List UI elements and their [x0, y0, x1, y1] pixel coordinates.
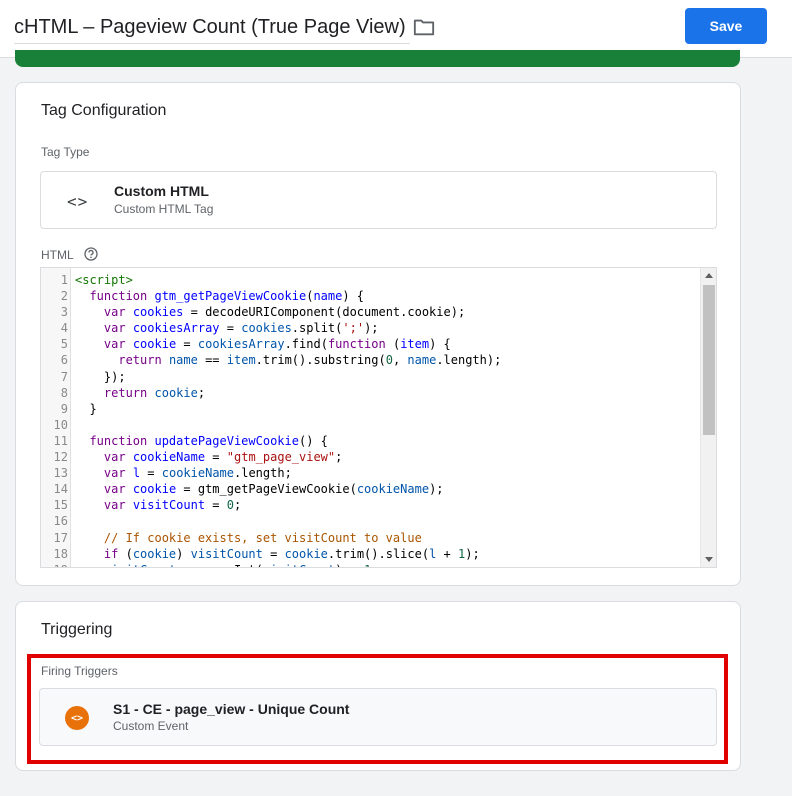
- help-circle-icon[interactable]: [84, 247, 98, 261]
- code-line[interactable]: 2 function gtm_getPageViewCookie(name) {: [41, 288, 701, 304]
- tag-configuration-card[interactable]: Tag Configuration Tag Type <> Custom HTM…: [15, 82, 741, 586]
- line-number: 19: [41, 562, 68, 567]
- code-line[interactable]: 6 return name == item.trim().substring(0…: [41, 352, 701, 368]
- tag-type-selector[interactable]: <> Custom HTML Custom HTML Tag: [40, 171, 717, 229]
- tag-configuration-title: Tag Configuration: [41, 102, 167, 119]
- line-number: 18: [53, 546, 68, 561]
- line-number: 15: [53, 498, 68, 513]
- code-line[interactable]: 1 <script>: [41, 272, 701, 288]
- code-text: function updatePageViewCookie() {: [89, 433, 328, 448]
- code-line[interactable]: 5 var cookie = cookiesArray.find(functio…: [41, 336, 701, 352]
- code-text: function gtm_getPageViewCookie(name) {: [89, 289, 365, 304]
- line-number: 7: [60, 369, 68, 384]
- code-text: return name == item.trim().substring(0, …: [118, 353, 502, 368]
- status-bar: [15, 50, 740, 67]
- scroll-down-icon[interactable]: [705, 557, 713, 562]
- code-text: return cookie;: [103, 385, 206, 400]
- code-line[interactable]: 17 // If cookie exists, set visitCount t…: [41, 530, 701, 546]
- line-number: 10: [53, 417, 68, 432]
- html-code-editor[interactable]: 1 <script> 2 function gtm_getPageViewCooki…: [40, 267, 717, 568]
- code-lines: 1 <script> 2 function gtm_getPageViewCooki…: [41, 272, 701, 567]
- code-text: }: [75, 401, 97, 416]
- code-line[interactable]: 4 var cookiesArray = cookies.split(';');: [41, 320, 701, 336]
- code-brackets-icon: <>: [67, 192, 89, 211]
- code-text: if (cookie) visitCount = cookie.trim().s…: [103, 546, 480, 561]
- line-number: 17: [53, 530, 68, 545]
- code-line[interactable]: 7 });: [41, 369, 701, 385]
- code-text: var cookie = gtm_getPageViewCookie(cooki…: [103, 482, 444, 497]
- line-number: 11: [53, 433, 68, 448]
- html-label: HTML: [41, 248, 74, 262]
- scroll-up-icon[interactable]: [705, 273, 713, 278]
- code-line[interactable]: 9 }: [41, 401, 701, 417]
- line-number: 8: [60, 385, 68, 400]
- code-text: var cookie = cookiesArray.find(function …: [103, 337, 451, 352]
- tag-type-name: Custom HTML: [114, 183, 209, 199]
- line-number: 13: [53, 466, 68, 481]
- highlight-box: [27, 654, 728, 764]
- code-line[interactable]: 3 var cookies = decodeURIComponent(docum…: [41, 304, 701, 320]
- line-number: 1: [60, 273, 68, 287]
- scrollbar-thumb[interactable]: [703, 285, 715, 435]
- code-text: var cookies = decodeURIComponent(documen…: [103, 305, 466, 320]
- tag-type-label: Tag Type: [41, 145, 90, 159]
- tag-name-field[interactable]: cHTML – Pageview Count (True Page View): [14, 12, 410, 44]
- editor-scrollbar[interactable]: [700, 268, 716, 567]
- line-number: 6: [60, 353, 68, 368]
- line-number: 5: [60, 337, 68, 352]
- code-line[interactable]: 12 var cookieName = "gtm_page_view";: [41, 449, 701, 465]
- code-text: var visitCount = 0;: [103, 498, 242, 513]
- code-line[interactable]: 19 visitCount = parseInt(visitCount) + 1…: [41, 562, 701, 567]
- code-text: var cookiesArray = cookies.split(';');: [103, 321, 379, 336]
- code-line[interactable]: 8 return cookie;: [41, 385, 701, 401]
- code-text: var l = cookieName.length;: [103, 466, 292, 481]
- tag-type-subtitle: Custom HTML Tag: [114, 202, 214, 216]
- code-line[interactable]: 18 if (cookie) visitCount = cookie.trim(…: [41, 546, 701, 562]
- code-line[interactable]: 14 var cookie = gtm_getPageViewCookie(co…: [41, 481, 701, 497]
- line-number: 16: [53, 514, 68, 529]
- page-title[interactable]: cHTML – Pageview Count (True Page View): [14, 16, 406, 39]
- line-number: 3: [60, 305, 68, 320]
- code-line[interactable]: 15 var visitCount = 0;: [41, 497, 701, 513]
- line-number: 4: [60, 321, 68, 336]
- code-line[interactable]: 11 function updatePageViewCookie() {: [41, 433, 701, 449]
- code-text: });: [75, 369, 126, 384]
- code-text: var cookieName = "gtm_page_view";: [103, 450, 343, 465]
- triggering-title: Triggering: [41, 621, 113, 638]
- line-number: 9: [60, 401, 68, 416]
- line-number: 14: [53, 482, 68, 497]
- code-text: visitCount = parseInt(visitCount) + 1;: [68, 562, 379, 567]
- folder-icon[interactable]: [413, 17, 435, 37]
- line-number: 2: [60, 289, 68, 304]
- code-line[interactable]: 16: [41, 513, 701, 529]
- code-line[interactable]: 13 var l = cookieName.length;: [41, 465, 701, 481]
- save-button[interactable]: Save: [685, 8, 767, 44]
- code-text: // If cookie exists, set visitCount to v…: [103, 530, 422, 545]
- code-line[interactable]: 10: [41, 417, 701, 433]
- line-number: 12: [53, 450, 68, 465]
- code-text: <script>: [75, 273, 133, 287]
